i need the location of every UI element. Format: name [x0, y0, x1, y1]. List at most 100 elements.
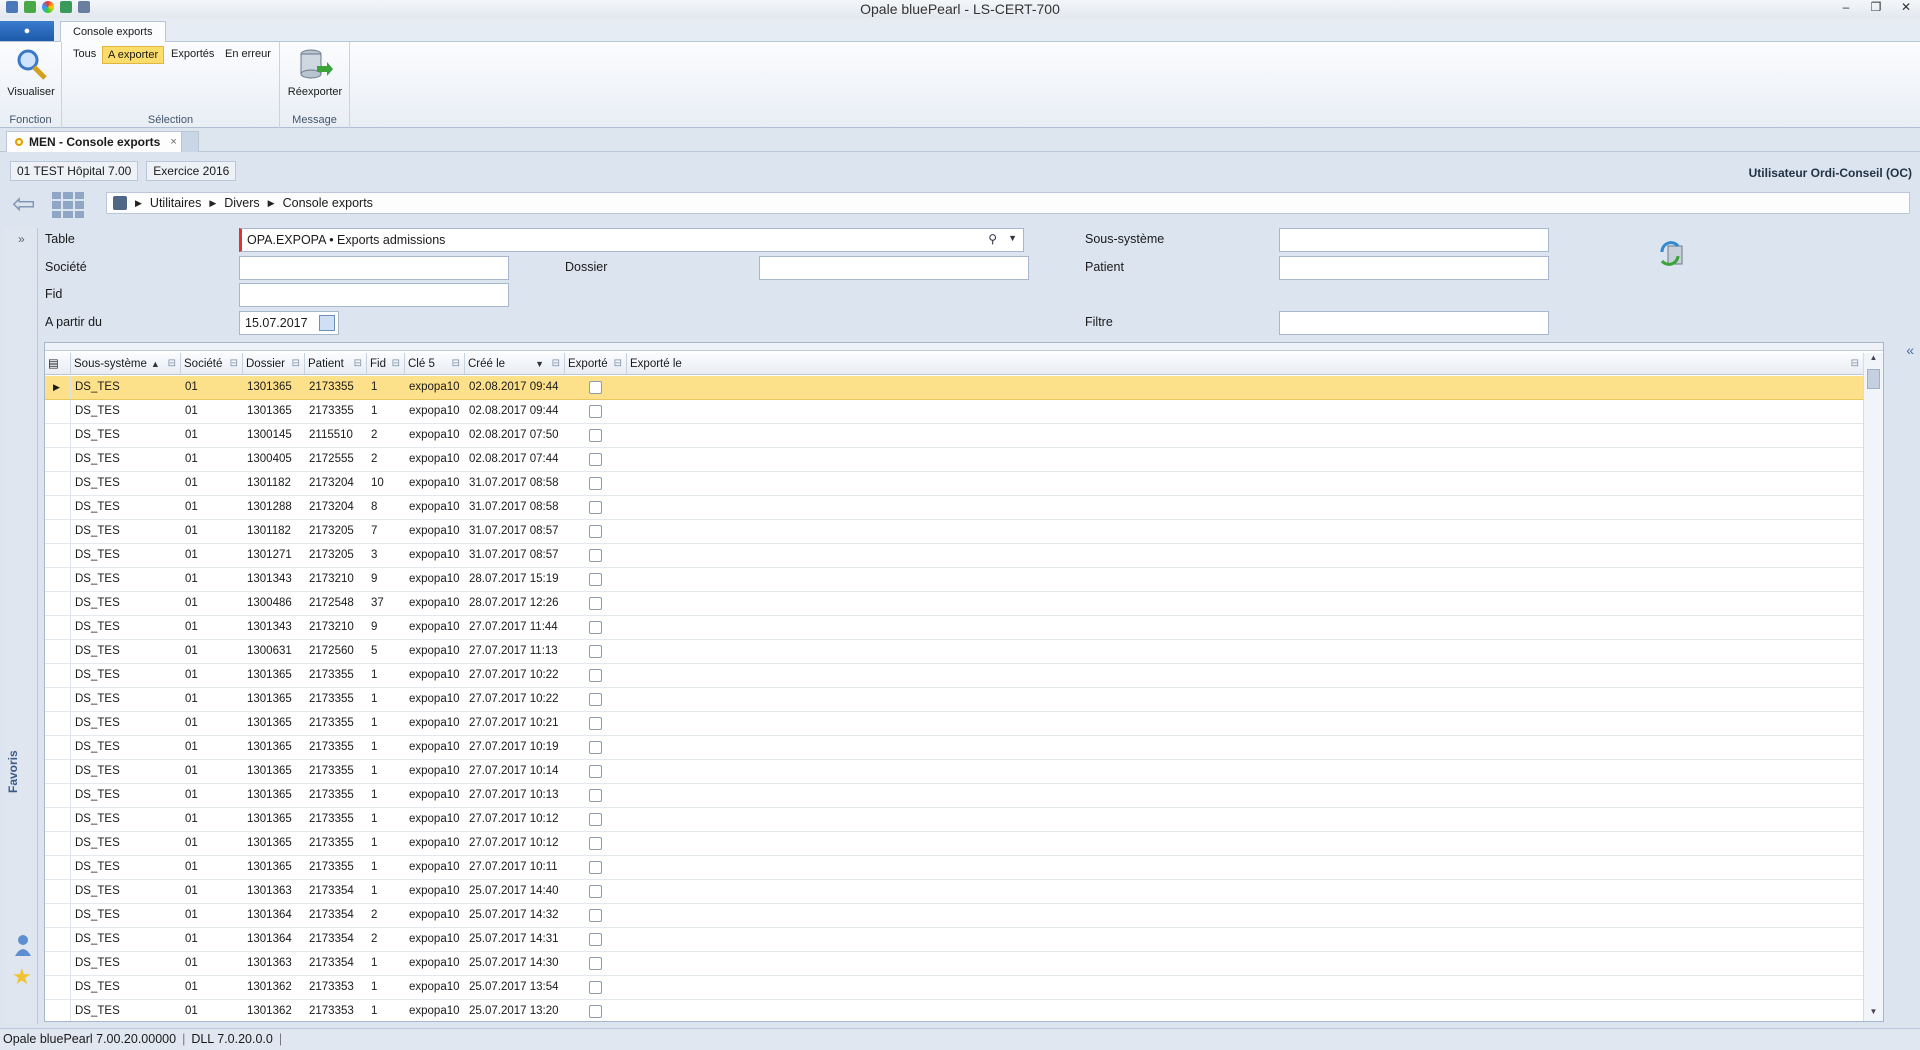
patient-field[interactable]: [1279, 256, 1549, 280]
col-header-fid[interactable]: Fid ⊟: [367, 353, 405, 375]
exporte-checkbox[interactable]: [589, 669, 602, 682]
row-indicator[interactable]: [45, 472, 71, 495]
row-indicator[interactable]: [45, 784, 71, 807]
company-chip[interactable]: 01 TEST Hôpital 7.00: [10, 161, 139, 181]
exporte-checkbox[interactable]: [589, 957, 602, 970]
row-indicator[interactable]: [45, 880, 71, 903]
scroll-down-icon[interactable]: ▼: [1864, 1007, 1883, 1021]
row-indicator[interactable]: [45, 928, 71, 951]
exporte-checkbox[interactable]: [589, 645, 602, 658]
exporte-checkbox[interactable]: [589, 885, 602, 898]
table-row[interactable]: DS_TES 01 1301365 2173355 1 expopa10 27.07.201…: [45, 664, 1863, 688]
exporte-checkbox[interactable]: [589, 621, 602, 634]
row-indicator[interactable]: [45, 424, 71, 447]
table-row[interactable]: DS_TES 01 1301365 2173355 1 expopa10 27.07.201…: [45, 688, 1863, 712]
row-indicator[interactable]: [45, 640, 71, 663]
exporte-checkbox[interactable]: [589, 837, 602, 850]
table-row[interactable]: DS_TES 01 1301365 2173355 1 expopa10 27.07.201…: [45, 856, 1863, 880]
table-row[interactable]: DS_TES 01 1301364 2173354 2 expopa10 25.07.201…: [45, 904, 1863, 928]
exporte-checkbox[interactable]: [589, 861, 602, 874]
expand-chevron-icon[interactable]: »: [18, 232, 25, 246]
exporte-checkbox[interactable]: [589, 933, 602, 946]
col-header-soussysteme[interactable]: Sous-système ▲ ⊟: [71, 353, 181, 375]
table-row[interactable]: DS_TES 01 1300486 2172548 37 expopa10 28.07.20…: [45, 592, 1863, 616]
exporte-checkbox[interactable]: [589, 573, 602, 586]
exporte-checkbox[interactable]: [589, 429, 602, 442]
filtre-field[interactable]: [1279, 311, 1549, 335]
table-row[interactable]: DS_TES 01 1301365 2173355 1 expopa10 27.07.201…: [45, 832, 1863, 856]
pin-icon[interactable]: ⊟: [354, 353, 362, 375]
table-row[interactable]: DS_TES 01 1301271 2173205 3 expopa10 31.07.201…: [45, 544, 1863, 568]
table-row[interactable]: DS_TES 01 1301365 2173355 1 expopa10 27.07.201…: [45, 712, 1863, 736]
table-row[interactable]: DS_TES 01 1301362 2173353 1 expopa10 25.07.201…: [45, 976, 1863, 1000]
table-row[interactable]: DS_TES 01 1301364 2173354 2 expopa10 25.07.201…: [45, 928, 1863, 952]
row-indicator[interactable]: [45, 712, 71, 735]
chevron-down-icon[interactable]: ▼: [1008, 233, 1017, 243]
table-row[interactable]: DS_TES 01 1301343 2173210 9 expopa10 28.07.201…: [45, 568, 1863, 592]
filter-dropdown-icon[interactable]: ▼: [535, 359, 544, 369]
apps-grid-icon[interactable]: [52, 192, 84, 218]
row-indicator[interactable]: [45, 808, 71, 831]
exporte-checkbox[interactable]: [589, 381, 602, 394]
table-row[interactable]: DS_TES 01 1300405 2172555 2 expopa10 02.08.201…: [45, 448, 1863, 472]
favoris-label[interactable]: Favoris: [6, 713, 20, 793]
breadcrumb-item[interactable]: Divers: [224, 196, 259, 210]
column-chooser-icon[interactable]: ▤: [45, 353, 71, 375]
table-row[interactable]: DS_TES 01 1301365 2173355 1 expopa10 02.08.201…: [45, 400, 1863, 424]
col-header-exporte-le[interactable]: Exporté le ⊟: [627, 353, 1863, 375]
row-indicator[interactable]: [45, 976, 71, 999]
back-arrow-icon[interactable]: ⇦: [12, 190, 35, 218]
row-indicator[interactable]: ▶: [45, 376, 71, 399]
exporte-checkbox[interactable]: [589, 981, 602, 994]
soussysteme-field[interactable]: [1279, 228, 1549, 252]
table-row[interactable]: ▶ DS_TES 01 1301365 2173355 1 expopa10 02.08.20…: [45, 376, 1863, 400]
tous-button[interactable]: Tous: [68, 46, 101, 62]
doc-tab-console-exports[interactable]: MEN - Console exports ×: [6, 131, 186, 152]
scroll-up-icon[interactable]: ▲: [1864, 353, 1883, 367]
exporte-checkbox[interactable]: [589, 789, 602, 802]
table-row[interactable]: DS_TES 01 1301365 2173355 1 expopa10 27.07.201…: [45, 760, 1863, 784]
pin-icon[interactable]: ⊟: [552, 353, 560, 375]
year-chip[interactable]: Exercice 2016: [146, 161, 237, 181]
exporte-checkbox[interactable]: [589, 813, 602, 826]
en-erreur-button[interactable]: En erreur: [220, 46, 276, 62]
star-icon[interactable]: ★: [12, 964, 32, 990]
table-row[interactable]: DS_TES 01 1301288 2173204 8 expopa10 31.07.201…: [45, 496, 1863, 520]
table-row[interactable]: DS_TES 01 1300145 2115510 2 expopa10 02.08.201…: [45, 424, 1863, 448]
exporte-checkbox[interactable]: [589, 453, 602, 466]
row-indicator[interactable]: [45, 448, 71, 471]
minimize-icon[interactable]: –: [1838, 0, 1854, 14]
file-menu-button[interactable]: ●: [0, 21, 54, 41]
close-tab-icon[interactable]: ×: [170, 132, 176, 152]
table-row[interactable]: DS_TES 01 1301365 2173355 1 expopa10 27.07.201…: [45, 736, 1863, 760]
row-indicator[interactable]: [45, 520, 71, 543]
pin-icon[interactable]: ⊟: [614, 353, 622, 375]
row-indicator[interactable]: [45, 736, 71, 759]
exporte-checkbox[interactable]: [589, 741, 602, 754]
row-indicator[interactable]: [45, 952, 71, 975]
vertical-scrollbar[interactable]: ▲ ▼: [1863, 353, 1883, 1021]
calendar-icon[interactable]: [319, 315, 335, 331]
table-row[interactable]: DS_TES 01 1301182 2173205 7 expopa10 31.07.201…: [45, 520, 1863, 544]
row-indicator[interactable]: [45, 568, 71, 591]
exporte-checkbox[interactable]: [589, 549, 602, 562]
dossier-field[interactable]: [759, 256, 1029, 280]
visualiser-button[interactable]: Visualiser: [3, 46, 59, 98]
table-row[interactable]: DS_TES 01 1301363 2173354 1 expopa10 25.07.201…: [45, 880, 1863, 904]
row-indicator[interactable]: [45, 664, 71, 687]
a-exporter-button[interactable]: A exporter: [102, 46, 165, 64]
table-row[interactable]: DS_TES 01 1300631 2172560 5 expopa10 27.07.201…: [45, 640, 1863, 664]
row-indicator[interactable]: [45, 616, 71, 639]
col-header-exporte[interactable]: Exporté ⊟: [565, 353, 627, 375]
row-indicator[interactable]: [45, 904, 71, 927]
row-indicator[interactable]: [45, 832, 71, 855]
pin-icon[interactable]: ⊟: [452, 353, 460, 375]
pin-icon[interactable]: ⊟: [230, 353, 238, 375]
exporte-checkbox[interactable]: [589, 1005, 602, 1018]
row-indicator[interactable]: [45, 688, 71, 711]
refresh-icon[interactable]: [1656, 238, 1686, 268]
pin-icon[interactable]: ⊟: [292, 353, 300, 375]
exporte-checkbox[interactable]: [589, 717, 602, 730]
row-indicator[interactable]: [45, 856, 71, 879]
table-row[interactable]: DS_TES 01 1301365 2173355 1 expopa10 27.07.201…: [45, 808, 1863, 832]
